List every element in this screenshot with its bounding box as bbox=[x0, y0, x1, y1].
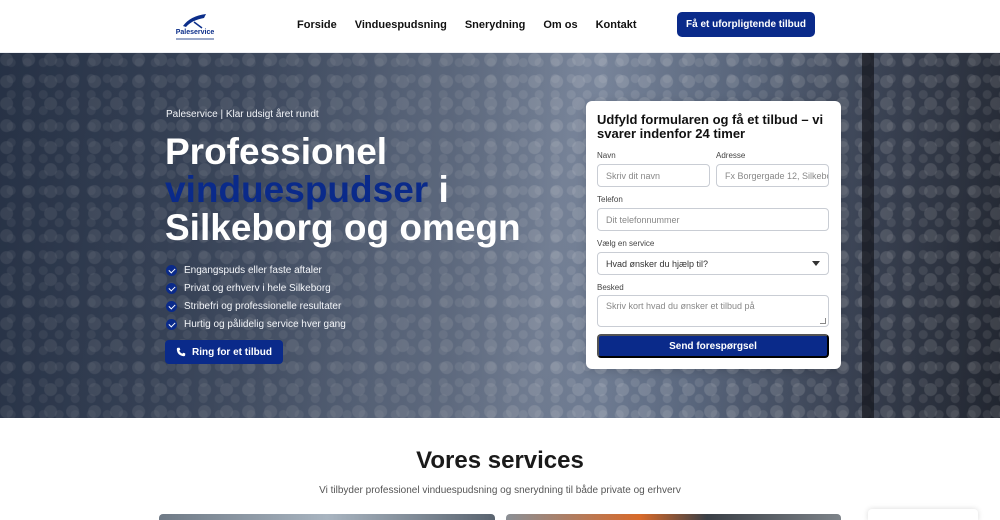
nav-link-om-os[interactable]: Om os bbox=[543, 19, 577, 31]
nav-link-snerydning[interactable]: Snerydning bbox=[465, 19, 526, 31]
nav-link-kontakt[interactable]: Kontakt bbox=[596, 19, 637, 31]
logo-text: Paleservice bbox=[175, 29, 215, 36]
message-textarea[interactable]: Skriv kort hvad du ønsker et tilbud på bbox=[597, 295, 829, 327]
service-selected-value: Hvad ønsker du hjælp til? bbox=[606, 258, 709, 269]
message-label: Besked bbox=[597, 283, 624, 292]
check-circle-icon bbox=[166, 264, 177, 276]
call-button-label: Ring for et tilbud bbox=[192, 346, 272, 358]
logo-underline bbox=[176, 38, 214, 40]
check-circle-icon bbox=[166, 282, 177, 294]
logo-squeegee-icon bbox=[183, 14, 206, 29]
check-circle-icon bbox=[166, 300, 177, 312]
benefit-list: Engangspuds eller faste aftaler Privat o… bbox=[166, 261, 346, 333]
services-title: Vores services bbox=[416, 447, 584, 474]
phone-input[interactable]: Dit telefonnummer bbox=[597, 208, 829, 231]
hero-headline: Professionel vinduespudser i Silkeborg o… bbox=[165, 133, 565, 247]
hero-eyebrow: Paleservice | Klar udsigt året rundt bbox=[166, 109, 319, 120]
site-header: Paleservice Forside Vinduespudsning Sner… bbox=[0, 0, 1000, 53]
get-quote-button[interactable]: Få et uforpligtende tilbud bbox=[677, 12, 815, 37]
headline-accent: vinduespudser bbox=[165, 169, 429, 210]
check-circle-icon bbox=[166, 318, 177, 330]
form-title: Udfyld formularen og få et tilbud – vi s… bbox=[597, 112, 824, 141]
message-placeholder: Skriv kort hvad du ønsker et tilbud på bbox=[606, 301, 755, 311]
send-request-button[interactable]: Send forespørgsel bbox=[597, 334, 829, 358]
main-nav: Forside Vinduespudsning Snerydning Om os… bbox=[297, 19, 655, 31]
services-subtitle: Vi tilbyder professionel vinduespudsning… bbox=[319, 485, 681, 496]
service-card-window-cleaning[interactable] bbox=[159, 514, 495, 520]
logo[interactable]: Paleservice bbox=[172, 12, 218, 42]
nav-link-forside[interactable]: Forside bbox=[297, 19, 337, 31]
phone-icon bbox=[176, 347, 186, 357]
address-input[interactable]: Fx Borgergade 12, Silkeborg bbox=[716, 164, 829, 187]
hero-section: Paleservice | Klar udsigt året rundt Pro… bbox=[0, 53, 1000, 418]
resize-handle-icon[interactable] bbox=[820, 318, 826, 324]
headline-line-3: Silkeborg og omegn bbox=[165, 207, 521, 248]
service-card-third[interactable] bbox=[868, 509, 978, 520]
call-for-quote-button[interactable]: Ring for et tilbud bbox=[165, 340, 283, 364]
phone-label: Telefon bbox=[597, 195, 623, 204]
service-select[interactable]: Hvad ønsker du hjælp til? bbox=[597, 252, 829, 275]
chevron-down-icon bbox=[812, 261, 820, 266]
headline-connector: i bbox=[438, 169, 449, 210]
benefit-item: Privat og erhverv i hele Silkeborg bbox=[166, 279, 346, 297]
quote-form: Udfyld formularen og få et tilbud – vi s… bbox=[586, 101, 841, 369]
window-frame bbox=[862, 53, 874, 418]
service-card-snow-removal[interactable] bbox=[506, 514, 841, 520]
name-input[interactable]: Skriv dit navn bbox=[597, 164, 710, 187]
name-label: Navn bbox=[597, 151, 616, 160]
benefit-item: Engangspuds eller faste aftaler bbox=[166, 261, 346, 279]
benefit-item: Hurtig og pålidelig service hver gang bbox=[166, 315, 346, 333]
nav-link-vinduespudsning[interactable]: Vinduespudsning bbox=[355, 19, 447, 31]
service-label: Vælg en service bbox=[597, 239, 655, 248]
headline-line-1: Professionel bbox=[165, 131, 388, 172]
benefit-item: Stribefri og professionelle resultater bbox=[166, 297, 346, 315]
address-label: Adresse bbox=[716, 151, 746, 160]
